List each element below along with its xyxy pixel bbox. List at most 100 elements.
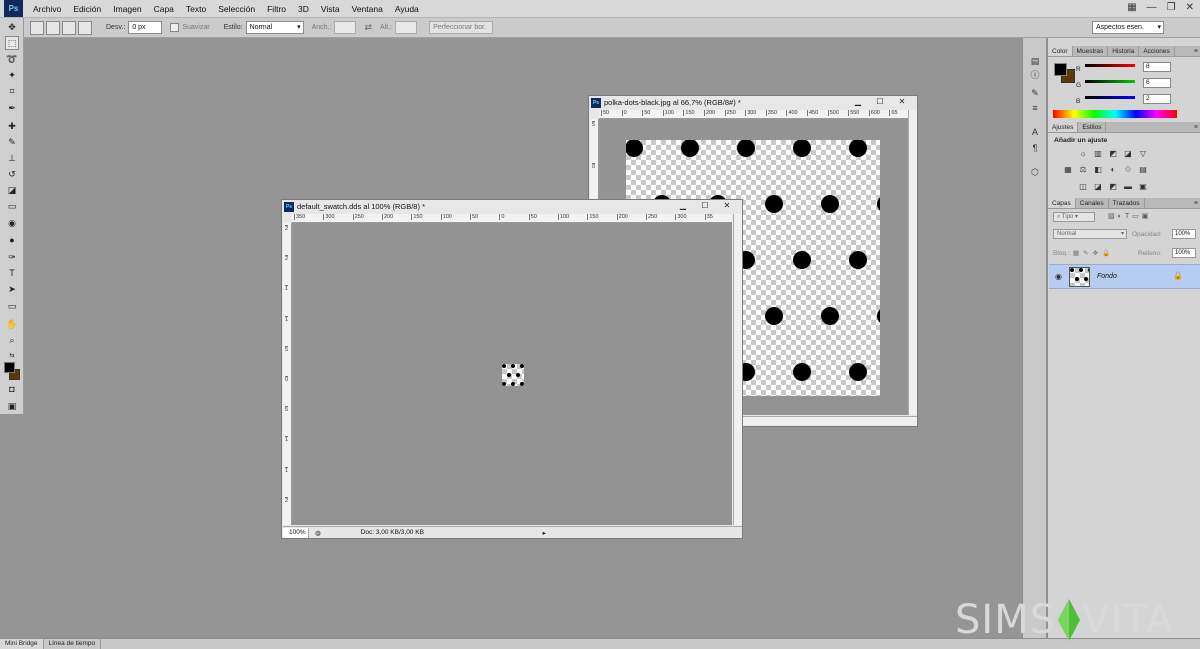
panel-menu-icon[interactable]: ≡ [1194, 122, 1198, 133]
paragraph-panel-icon[interactable]: ¶ [1029, 142, 1041, 154]
screen-mode-icon[interactable]: ▣ [5, 399, 19, 413]
panel-menu-icon[interactable]: ≡ [1194, 46, 1198, 57]
eraser-tool-icon[interactable]: ◪ [5, 183, 19, 197]
curves-icon[interactable]: ◩ [1108, 148, 1118, 158]
layer-row-fondo[interactable]: ◉ Fondo 🔒 [1049, 264, 1200, 289]
hue-saturation-icon[interactable]: ▦ [1063, 164, 1073, 174]
menu-ayuda[interactable]: Ayuda [389, 0, 425, 18]
new-selection-button[interactable] [30, 20, 44, 35]
tab-timeline[interactable]: Línea de tiempo [44, 639, 102, 649]
clone-stamp-tool-icon[interactable]: ⊥ [5, 151, 19, 165]
status-icon[interactable]: ◍ [315, 529, 321, 537]
minimize-icon[interactable]: — [1147, 2, 1157, 13]
subtract-selection-button[interactable] [62, 20, 76, 35]
refine-edge-button[interactable]: Perfeccionar bor. [429, 21, 494, 34]
move-tool-icon[interactable]: ✥ [5, 20, 19, 34]
green-value[interactable]: 6 [1143, 78, 1171, 88]
swap-colors-icon[interactable]: ⇆ [5, 348, 19, 362]
menu-seleccion[interactable]: Selección [212, 0, 261, 18]
foreground-color-swatch[interactable] [4, 362, 15, 373]
add-selection-button[interactable] [46, 20, 60, 35]
3d-panel-icon[interactable]: ⬡ [1029, 166, 1041, 178]
intersect-selection-button[interactable] [78, 20, 92, 35]
threshold-icon[interactable]: ◩ [1108, 181, 1118, 191]
character-panel-icon[interactable]: A [1029, 126, 1041, 138]
panel-menu-icon[interactable]: ≡ [1194, 198, 1198, 209]
menu-ventana[interactable]: Ventana [346, 0, 389, 18]
gradient-tool-icon[interactable]: ▭ [5, 199, 19, 213]
brush-tool-icon[interactable]: ✎ [5, 135, 19, 149]
height-input[interactable] [395, 21, 418, 34]
dodge-tool-icon[interactable]: ● [5, 233, 19, 247]
lasso-tool-icon[interactable]: ➰ [5, 52, 19, 66]
menu-3d[interactable]: 3D [292, 0, 315, 18]
path-selection-tool-icon[interactable]: ➤ [5, 282, 19, 296]
antialias-checkbox[interactable] [170, 23, 180, 32]
posterize-icon[interactable]: ◪ [1093, 181, 1103, 191]
vertical-scrollbar[interactable] [908, 110, 917, 415]
tab-mini-bridge[interactable]: Mini Bridge [0, 639, 44, 649]
close-icon[interactable]: ✕ [1186, 2, 1194, 13]
menu-imagen[interactable]: Imagen [107, 0, 147, 18]
quick-mask-icon[interactable]: ◘ [5, 382, 19, 396]
crop-tool-icon[interactable]: ⌗ [5, 84, 19, 98]
chevron-right-icon[interactable]: ▸ [543, 529, 546, 537]
history-brush-tool-icon[interactable]: ↺ [5, 167, 19, 181]
opacity-input[interactable]: 100% [1172, 229, 1196, 239]
blend-mode-select[interactable]: Normal ▾ [1053, 229, 1127, 239]
black-white-icon[interactable]: ◧ [1093, 164, 1103, 174]
color-balance-icon[interactable]: ⚖ [1078, 164, 1088, 174]
style-select[interactable]: Normal ▾ [245, 21, 304, 34]
tab-historia[interactable]: Historia [1108, 46, 1140, 56]
menu-capa[interactable]: Capa [148, 0, 180, 18]
brightness-icon[interactable]: ☼ [1078, 148, 1088, 158]
tab-capas[interactable]: Capas [1048, 198, 1076, 208]
tab-ajustes[interactable]: Ajustes [1048, 122, 1079, 132]
blur-tool-icon[interactable]: ◉ [5, 216, 19, 230]
red-slider[interactable] [1085, 64, 1135, 67]
fill-input[interactable]: 100% [1172, 248, 1196, 258]
brush-panel-icon[interactable]: ≡ [1029, 102, 1041, 114]
menu-archivo[interactable]: Archivo [27, 0, 67, 18]
eye-icon[interactable]: ◉ [1055, 272, 1062, 281]
lock-icons[interactable]: ▦✎✥🔒 [1073, 249, 1114, 257]
levels-icon[interactable]: ▥ [1093, 148, 1103, 158]
layer-filter-icons[interactable]: ▨◐T▭▣ [1108, 212, 1193, 220]
zoom-tool-icon[interactable]: ⌕ [5, 333, 19, 347]
type-tool-icon[interactable]: T [5, 266, 19, 280]
close-icon[interactable]: ✕ [716, 200, 738, 211]
menu-filtro[interactable]: Filtro [261, 0, 292, 18]
canvas-area[interactable] [292, 223, 732, 525]
color-spectrum-bar[interactable] [1053, 110, 1177, 118]
hand-tool-icon[interactable]: ✋ [5, 317, 19, 331]
magic-wand-tool-icon[interactable]: ✦ [5, 68, 19, 82]
maximize-icon[interactable]: ☐ [869, 96, 891, 107]
menu-vista[interactable]: Vista [315, 0, 346, 18]
doc-info[interactable]: Doc: 3,00 KB/3,00 KB [361, 529, 461, 536]
healing-brush-tool-icon[interactable]: ✚ [5, 119, 19, 133]
exposure-icon[interactable]: ◪ [1123, 148, 1133, 158]
swap-icon[interactable]: ⇄ [364, 22, 372, 33]
vertical-scrollbar[interactable] [733, 214, 742, 525]
rect-marquee-tool-icon[interactable]: ⬚ [5, 36, 19, 50]
feather-input[interactable]: 0 px [128, 21, 163, 34]
menu-edicion[interactable]: Edición [67, 0, 107, 18]
minimize-icon[interactable]: ▁ [847, 96, 869, 107]
blue-value[interactable]: 2 [1143, 94, 1171, 104]
tab-muestras[interactable]: Muestras [1073, 46, 1109, 56]
foreground-color-swatch[interactable] [1054, 63, 1067, 76]
menu-texto[interactable]: Texto [180, 0, 212, 18]
layer-kind-filter[interactable]: ⌕ Tipo ▾ [1053, 212, 1095, 222]
brush-presets-icon[interactable]: ✎ [1029, 87, 1041, 99]
arrange-icon[interactable]: ▦ [1127, 2, 1136, 13]
width-input[interactable] [334, 21, 357, 34]
info-panel-icon[interactable]: ⓘ [1029, 68, 1041, 80]
rectangle-tool-icon[interactable]: ▭ [5, 299, 19, 313]
zoom-field[interactable]: 100% [283, 527, 309, 538]
blue-slider[interactable] [1085, 96, 1135, 99]
vibrance-icon[interactable]: ▽ [1138, 148, 1148, 158]
gradient-map-icon[interactable]: ▬ [1123, 181, 1133, 191]
tab-trazados[interactable]: Trazados [1109, 198, 1145, 208]
document-title-bar[interactable]: Ps default_swatch.dds al 100% (RGB/8) * … [282, 200, 742, 213]
close-icon[interactable]: ✕ [891, 96, 913, 107]
